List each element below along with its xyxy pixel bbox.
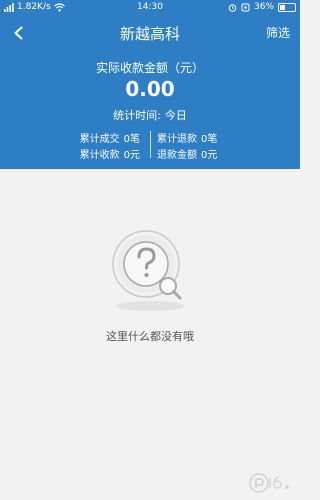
stat-time-label: 统计时间: bbox=[113, 109, 161, 122]
summary-header: 1.82K/s 14:30 36% 新越高科 筛选 实际收款金额（元） 0.00… bbox=[0, 0, 300, 169]
stat-total-refunds-label: 累计退款 bbox=[157, 134, 197, 145]
page-title: 新越高科 bbox=[119, 25, 180, 43]
filter-button[interactable]: 筛选 bbox=[266, 24, 290, 41]
stat-refund-amount-value: 0元 bbox=[201, 150, 218, 161]
stats-divider bbox=[150, 131, 151, 158]
battery-percent: 36% bbox=[253, 2, 274, 12]
stat-total-deals-label: 累计成交 bbox=[79, 134, 120, 145]
battery-icon bbox=[278, 2, 296, 12]
stat-time-value: 今日 bbox=[164, 109, 187, 122]
stats-grid: 累计成交 0笔 累计收款 0元 累计退款 0笔 退款金额 0元 bbox=[0, 130, 300, 161]
empty-state-message: 这里什么都没有哦 bbox=[106, 330, 194, 343]
stat-refund-amount-label: 退款金额 bbox=[157, 150, 197, 161]
amount-label: 实际收款金额（元） bbox=[95, 61, 204, 75]
stat-total-deals: 累计成交 0笔 bbox=[80, 130, 140, 145]
stat-refund-amount: 退款金额 0元 bbox=[157, 146, 217, 161]
nav-bar: 新越高科 筛选 bbox=[0, 18, 300, 48]
status-bar-right: 36% bbox=[228, 2, 296, 12]
battery-level bbox=[280, 4, 286, 10]
status-bar: 1.82K/s 14:30 36% bbox=[0, 0, 300, 16]
alarm-icon bbox=[228, 3, 237, 12]
amount-value: 0.00 bbox=[125, 77, 175, 101]
stat-total-received-value: 0元 bbox=[123, 150, 140, 161]
question-search-icon bbox=[112, 230, 184, 311]
site-watermark-logo bbox=[249, 473, 289, 493]
stat-total-refunds: 累计退款 0笔 bbox=[157, 130, 217, 145]
portrait-lock-icon bbox=[241, 3, 250, 11]
stat-total-received: 累计收款 0元 bbox=[80, 146, 140, 161]
stat-total-refunds-value: 0笔 bbox=[201, 134, 218, 145]
stat-time: 统计时间: 今日 bbox=[0, 107, 300, 123]
stat-total-received-label: 累计收款 bbox=[79, 150, 120, 161]
stat-total-deals-value: 0笔 bbox=[123, 134, 140, 145]
